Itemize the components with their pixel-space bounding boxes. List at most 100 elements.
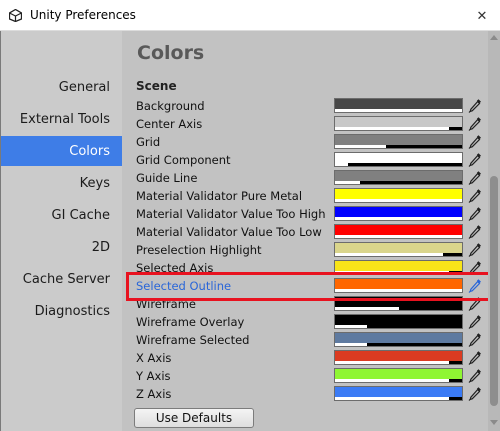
color-fill <box>335 369 462 379</box>
alpha-bar <box>335 289 462 292</box>
close-icon[interactable]: ✕ <box>472 6 492 26</box>
alpha-bar <box>335 217 462 220</box>
color-swatch[interactable] <box>334 242 463 257</box>
color-fill <box>335 315 462 325</box>
sidebar-item-label: Colors <box>69 143 110 159</box>
scroll-thumb[interactable] <box>490 176 498 406</box>
color-swatch[interactable] <box>334 152 463 167</box>
color-swatch[interactable] <box>334 368 463 383</box>
color-row: Wireframe <box>122 295 488 313</box>
color-row: Material Validator Value Too Low <box>122 223 488 241</box>
color-fill <box>335 387 462 397</box>
use-defaults-button[interactable]: Use Defaults <box>134 408 254 428</box>
color-row: Material Validator Value Too High <box>122 205 488 223</box>
color-fill <box>335 225 462 235</box>
eyedropper-icon[interactable] <box>468 170 482 185</box>
sidebar-item-label: 2D <box>91 239 110 255</box>
window-title: Unity Preferences <box>30 8 136 22</box>
color-swatch[interactable] <box>334 332 463 347</box>
eyedropper-icon[interactable] <box>468 242 482 257</box>
color-row: X Axis <box>122 349 488 367</box>
color-swatch[interactable] <box>334 296 463 311</box>
color-row-label: Background <box>136 99 205 113</box>
sidebar-item-diagnostics[interactable]: Diagnostics <box>1 296 122 326</box>
sidebar: General External Tools Colors Keys GI Ca… <box>1 31 122 431</box>
color-row: Grid Component <box>122 151 488 169</box>
sidebar-item-keys[interactable]: Keys <box>1 168 122 198</box>
color-swatch[interactable] <box>334 116 463 131</box>
eyedropper-icon[interactable] <box>468 296 482 311</box>
alpha-bar <box>335 271 450 274</box>
eyedropper-icon[interactable] <box>468 332 482 347</box>
color-swatch[interactable] <box>334 260 463 275</box>
color-swatch[interactable] <box>334 278 463 293</box>
eyedropper-icon[interactable] <box>468 152 482 167</box>
scroll-down-icon[interactable] <box>490 420 498 425</box>
color-swatch[interactable] <box>334 224 463 239</box>
eyedropper-icon[interactable] <box>468 386 482 401</box>
color-row: Selected Outline <box>122 277 488 295</box>
color-swatch[interactable] <box>334 206 463 221</box>
color-row-label: Material Validator Value Too Low <box>136 225 322 239</box>
color-fill <box>335 99 462 109</box>
sidebar-item-external-tools[interactable]: External Tools <box>1 104 122 134</box>
alpha-bar <box>335 253 443 256</box>
sidebar-item-general[interactable]: General <box>1 72 122 102</box>
color-row: Grid <box>122 133 488 151</box>
color-fill <box>335 171 462 181</box>
eyedropper-icon[interactable] <box>468 188 482 203</box>
color-fill <box>335 351 462 361</box>
color-swatch[interactable] <box>334 386 463 401</box>
alpha-bar <box>335 361 450 364</box>
alpha-bar <box>335 379 450 382</box>
color-swatch[interactable] <box>334 134 463 149</box>
eyedropper-icon[interactable] <box>468 224 482 239</box>
color-swatch[interactable] <box>334 314 463 329</box>
eyedropper-icon[interactable] <box>468 278 482 293</box>
color-fill <box>335 261 462 271</box>
color-row-label: Wireframe <box>136 297 196 311</box>
color-fill <box>335 243 462 253</box>
sidebar-item-colors[interactable]: Colors <box>1 136 122 166</box>
sidebar-item-cache-server[interactable]: Cache Server <box>1 264 122 294</box>
color-fill <box>335 297 462 307</box>
color-row-label: Y Axis <box>136 369 171 383</box>
eyedropper-icon[interactable] <box>468 206 482 221</box>
color-swatch[interactable] <box>334 98 463 113</box>
color-fill <box>335 333 462 343</box>
scroll-up-icon[interactable] <box>490 35 498 40</box>
eyedropper-icon[interactable] <box>468 350 482 365</box>
scrollbar[interactable] <box>488 31 500 431</box>
color-row: Wireframe Overlay <box>122 313 488 331</box>
color-row: Z Axis <box>122 385 488 403</box>
color-row-label: Selected Outline <box>136 279 232 293</box>
color-row-label: Guide Line <box>136 171 198 185</box>
color-row: Wireframe Selected <box>122 331 488 349</box>
color-row-label: Material Validator Value Too High <box>136 207 326 221</box>
alpha-bar <box>335 109 462 112</box>
eyedropper-icon[interactable] <box>468 134 482 149</box>
eyedropper-icon[interactable] <box>468 260 482 275</box>
color-swatch[interactable] <box>334 170 463 185</box>
color-row-label: X Axis <box>136 351 172 365</box>
unity-icon <box>9 9 22 22</box>
eyedropper-icon[interactable] <box>468 98 482 113</box>
sidebar-item-label: Diagnostics <box>34 303 110 319</box>
color-fill <box>335 207 462 217</box>
alpha-bar <box>335 397 450 400</box>
eyedropper-icon[interactable] <box>468 314 482 329</box>
color-swatch[interactable] <box>334 350 463 365</box>
alpha-bar <box>335 127 450 130</box>
sidebar-item-2d[interactable]: 2D <box>1 232 122 262</box>
color-fill <box>335 279 462 289</box>
eyedropper-icon[interactable] <box>468 116 482 131</box>
sidebar-item-label: GI Cache <box>51 207 110 223</box>
alpha-bar <box>335 199 462 202</box>
color-row-label: Grid Component <box>136 153 231 167</box>
color-swatch[interactable] <box>334 188 463 203</box>
color-row: Guide Line <box>122 169 488 187</box>
alpha-bar <box>335 145 386 148</box>
eyedropper-icon[interactable] <box>468 368 482 383</box>
sidebar-item-label: Keys <box>79 175 110 191</box>
sidebar-item-gi-cache[interactable]: GI Cache <box>1 200 122 230</box>
